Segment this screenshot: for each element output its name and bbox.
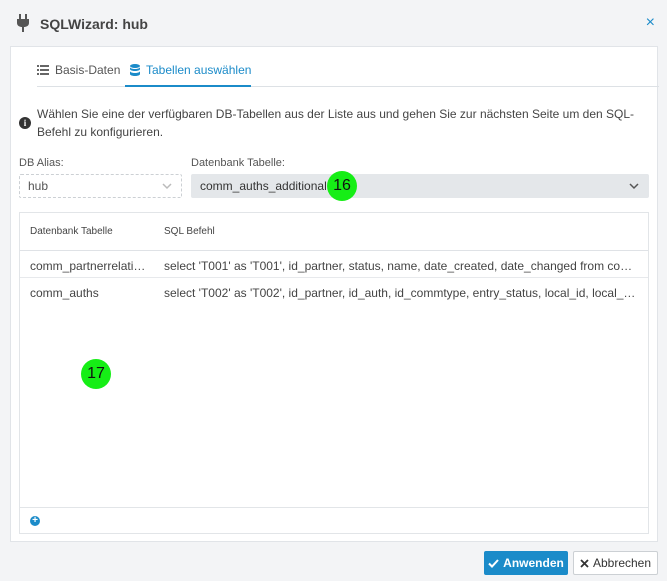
- dialog-titlebar: SQLWizard: hub ×: [0, 0, 667, 46]
- plug-icon: [17, 14, 29, 32]
- grid-footer: +: [20, 507, 648, 533]
- table-grid: Datenbank Tabelle SQL Befehl comm_partne…: [19, 212, 649, 534]
- cell-sql: select 'T002' as 'T002', id_partner, id_…: [164, 286, 640, 300]
- cancel-button[interactable]: Abbrechen: [573, 551, 658, 575]
- db-alias-label: DB Alias:: [19, 157, 64, 169]
- table-row[interactable]: comm_partnerrelatio... select 'T001' as …: [20, 251, 648, 278]
- tab-basis-daten[interactable]: Basis-Daten: [37, 63, 120, 77]
- db-table-label: Datenbank Tabelle:: [191, 157, 285, 169]
- cancel-label: Abbrechen: [592, 556, 652, 570]
- tab-bar: Basis-Daten Tabellen auswählen: [37, 47, 659, 87]
- chevron-down-icon: [629, 183, 639, 190]
- apply-label: Anwenden: [503, 556, 564, 570]
- info-icon: i: [19, 117, 31, 129]
- list-icon: [37, 65, 49, 75]
- annotation-marker-17: 17: [81, 359, 111, 389]
- db-table-value: comm_auths_additional: [200, 179, 327, 193]
- db-table-select[interactable]: comm_auths_additional: [191, 174, 649, 198]
- cell-table: comm_auths: [30, 286, 99, 300]
- wizard-panel: Basis-Daten Tabellen auswählen i Wählen …: [10, 46, 659, 542]
- chevron-down-icon: [162, 183, 172, 190]
- database-icon: [130, 64, 140, 76]
- check-icon: [488, 558, 499, 568]
- plus-circle-icon[interactable]: +: [30, 516, 40, 526]
- cell-table: comm_partnerrelatio...: [30, 259, 148, 273]
- table-row[interactable]: comm_auths select 'T002' as 'T002', id_p…: [20, 278, 648, 305]
- apply-button[interactable]: Anwenden: [484, 551, 568, 575]
- tab-tabellen-auswaehlen[interactable]: Tabellen auswählen: [130, 63, 251, 77]
- db-alias-select[interactable]: hub: [19, 174, 182, 198]
- column-header-sql[interactable]: SQL Befehl: [164, 226, 215, 237]
- tab-label: Tabellen auswählen: [146, 63, 252, 77]
- db-alias-value: hub: [28, 179, 49, 193]
- close-icon: [580, 558, 589, 568]
- column-header-table[interactable]: Datenbank Tabelle: [30, 226, 113, 237]
- info-text: Wählen Sie eine der verfügbaren DB-Tabel…: [37, 107, 635, 139]
- grid-header: Datenbank Tabelle SQL Befehl: [20, 213, 648, 251]
- tab-label: Basis-Daten: [55, 63, 121, 77]
- dialog-title: SQLWizard: hub: [40, 16, 148, 32]
- annotation-marker-16: 16: [327, 171, 357, 201]
- active-tab-indicator: [125, 85, 251, 87]
- cell-sql: select 'T001' as 'T001', id_partner, sta…: [164, 259, 640, 273]
- info-message: i Wählen Sie eine der verfügbaren DB-Tab…: [19, 105, 649, 141]
- close-icon[interactable]: ×: [646, 14, 655, 32]
